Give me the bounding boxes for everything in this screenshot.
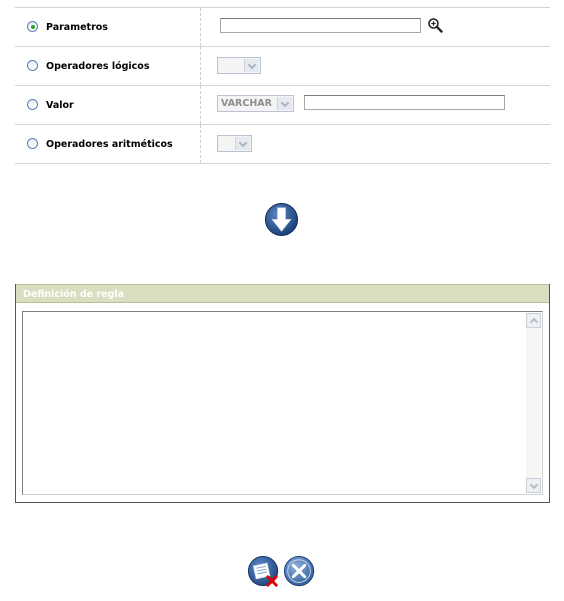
valor-type-select[interactable]: VARCHAR <box>217 95 294 112</box>
chevron-down-icon <box>277 97 292 110</box>
row-label-cell <box>15 8 201 46</box>
radio-parametros[interactable] <box>27 21 38 32</box>
logical-operator-select[interactable] <box>217 57 261 74</box>
row-operadores-logicos: Operadores lógicos <box>15 47 550 86</box>
label-operadores-logicos: Operadores lógicos <box>46 61 150 72</box>
row-label-cell <box>15 86 201 124</box>
row-valor: Valor VARCHAR <box>15 86 550 125</box>
rule-definition-panel: Definición de regla <box>15 284 550 503</box>
scroll-down-icon[interactable] <box>526 478 541 493</box>
panel-title: Definición de regla <box>23 289 125 300</box>
arithmetic-operator-select[interactable] <box>217 135 252 152</box>
radio-operadores-logicos[interactable] <box>27 60 38 71</box>
chevron-down-icon <box>235 137 250 150</box>
valor-type-value: VARCHAR <box>221 98 272 109</box>
radio-valor[interactable] <box>27 99 38 110</box>
scroll-up-icon[interactable] <box>526 313 541 328</box>
vertical-scrollbar[interactable] <box>526 313 541 493</box>
label-parametros: Parametros <box>46 22 108 33</box>
valor-input[interactable] <box>304 95 505 110</box>
panel-header: Definición de regla <box>16 284 549 303</box>
expression-form: Parametros Operadores lógicos Valor VARC… <box>15 7 550 164</box>
chevron-down-icon <box>244 59 259 72</box>
magnifier-zoom-icon[interactable] <box>427 17 443 33</box>
arrow-down-icon[interactable] <box>264 202 299 237</box>
parametros-input[interactable] <box>220 18 421 33</box>
row-operadores-aritmeticos: Operadores aritméticos <box>15 125 550 164</box>
clear-rule-icon[interactable] <box>247 555 281 589</box>
row-parametros: Parametros <box>15 8 550 47</box>
rule-definition-textarea[interactable] <box>22 311 543 495</box>
label-valor: Valor <box>46 100 74 111</box>
radio-operadores-aritmeticos[interactable] <box>27 138 38 149</box>
cancel-icon[interactable] <box>283 555 317 589</box>
label-operadores-aritmeticos: Operadores aritméticos <box>46 139 173 150</box>
